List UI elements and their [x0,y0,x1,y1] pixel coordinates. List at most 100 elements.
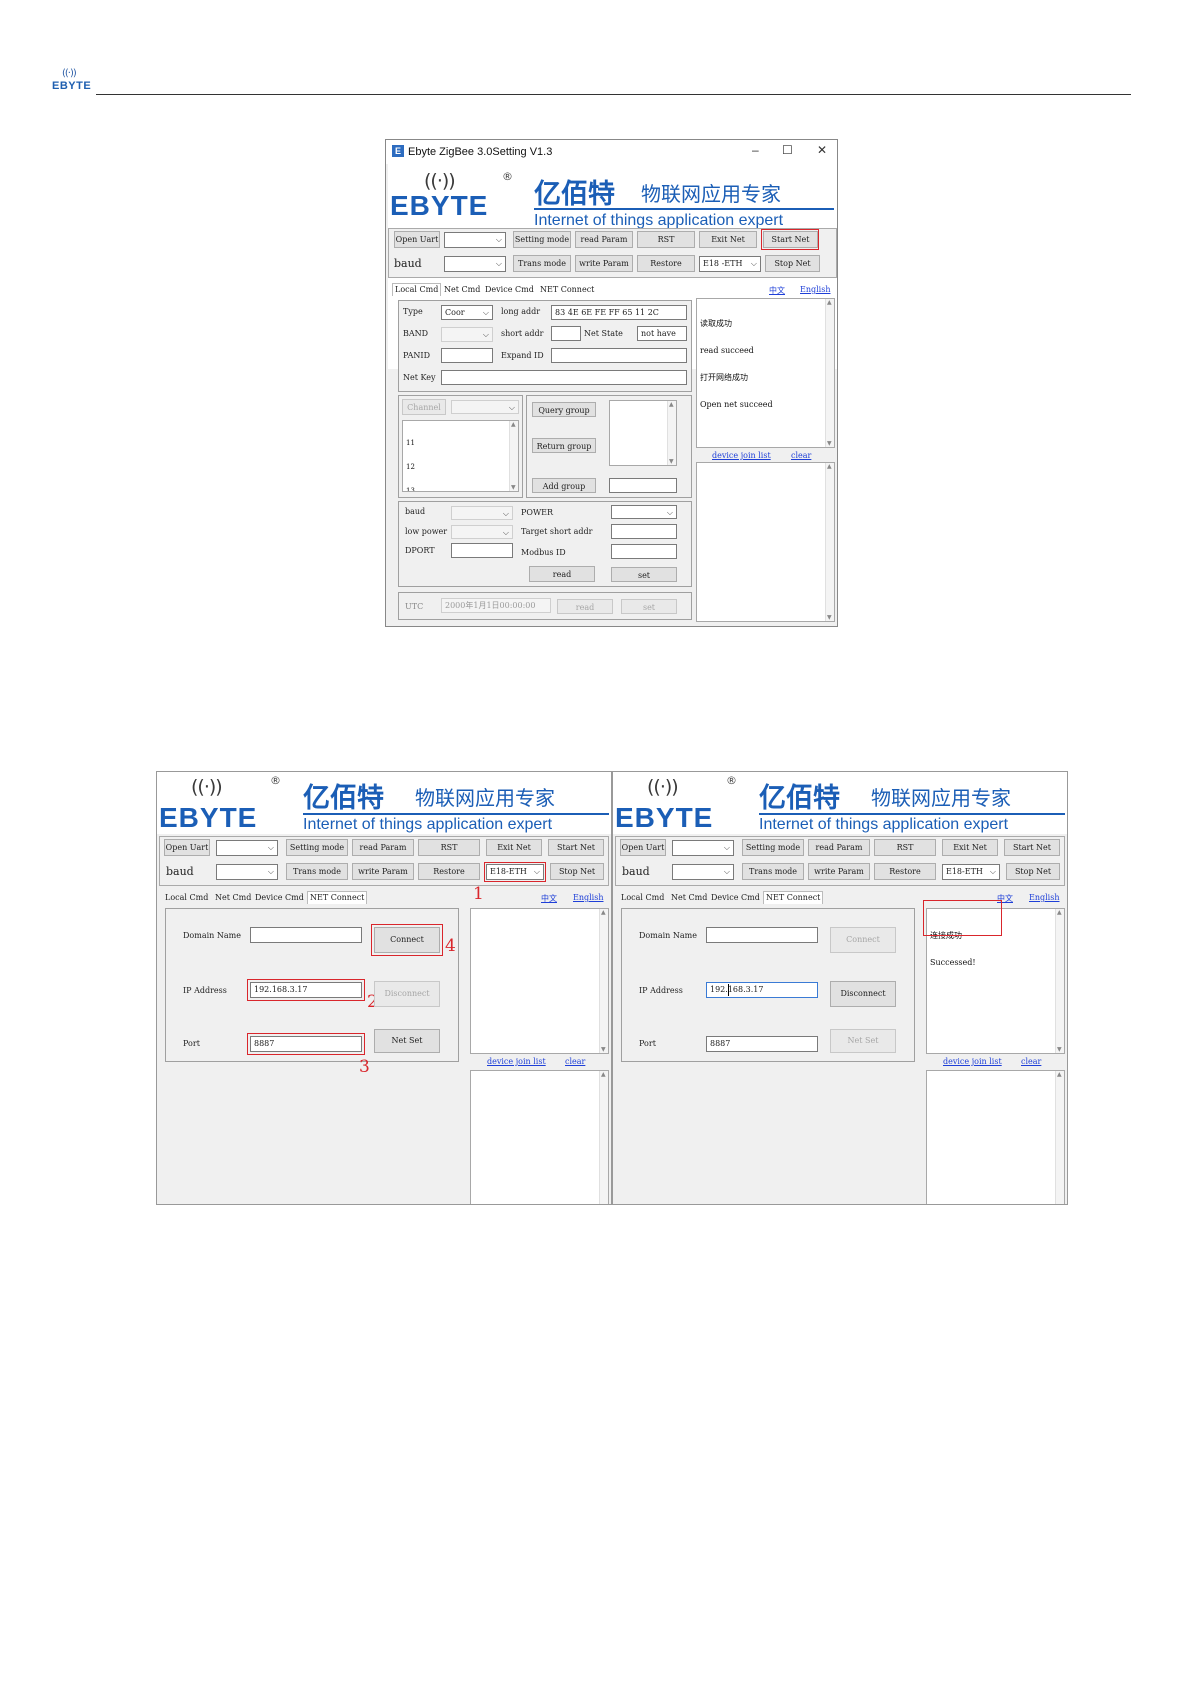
start-net-button[interactable]: Start Net [548,839,604,856]
tab-net-connect[interactable]: NET Connect [763,891,824,904]
setting-mode-button[interactable]: Setting mode [742,839,804,856]
add-group-button[interactable]: Add group [532,478,596,493]
module-select[interactable]: E18-ETH ⌵ [942,864,1000,880]
read-button[interactable]: read [529,566,595,582]
tab-net-cmd[interactable]: Net Cmd [213,892,253,904]
disconnect-button[interactable]: Disconnect [374,981,440,1007]
open-uart-button[interactable]: Open Uart [394,231,440,248]
connect-button[interactable]: Connect [830,927,896,953]
setting-mode-button[interactable]: Setting mode [513,231,571,248]
panid-field[interactable] [441,348,493,363]
tab-net-connect[interactable]: NET Connect [307,891,368,904]
scrollbar[interactable]: ▲ ▼ [825,299,834,447]
port-select[interactable]: ⌵ [216,840,278,856]
power-select[interactable]: ⌵ [611,505,677,519]
tab-net-connect[interactable]: NET Connect [538,284,596,296]
utc-read-button[interactable]: read [557,599,613,614]
trans-mode-button[interactable]: Trans mode [742,863,804,880]
low-power-select[interactable]: ⌵ [451,525,513,539]
baud-select[interactable]: ⌵ [216,864,278,880]
utc-field[interactable]: 2000年1月1日00:00:00 [441,598,551,613]
net-set-button[interactable]: Net Set [374,1029,440,1053]
expand-id-field[interactable] [551,348,687,363]
lang-en-link[interactable]: English [800,285,831,294]
trans-mode-button[interactable]: Trans mode [286,863,348,880]
read-param-button[interactable]: read Param [352,839,414,856]
tab-device-cmd[interactable]: Device Cmd [709,892,762,904]
stop-net-button[interactable]: Stop Net [765,255,820,272]
tab-device-cmd[interactable]: Device Cmd [253,892,306,904]
tab-device-cmd[interactable]: Device Cmd [483,284,536,296]
scroll-up-icon[interactable]: ▲ [827,299,832,306]
lang-en-link[interactable]: English [573,893,604,902]
port-select[interactable]: ⌵ [444,232,506,248]
scrollbar[interactable]: ▲ [599,1071,608,1204]
open-uart-button[interactable]: Open Uart [164,839,210,856]
scroll-down-icon[interactable]: ▼ [601,1046,606,1053]
stop-net-button[interactable]: Stop Net [1006,863,1060,880]
close-icon[interactable]: ✕ [817,143,827,157]
scroll-up-icon[interactable]: ▲ [1057,909,1062,916]
scroll-up-icon[interactable]: ▲ [827,463,832,470]
channel-select[interactable]: ⌵ [451,400,519,414]
setting-mode-button[interactable]: Setting mode [286,839,348,856]
query-group-button[interactable]: Query group [532,402,596,417]
long-addr-field[interactable]: 83 4E 6E FE FF 65 11 2C [551,305,687,320]
scroll-down-icon[interactable]: ▼ [827,614,832,621]
ip-address-field[interactable]: 192.168.3.17 [706,982,818,998]
port-select[interactable]: ⌵ [672,840,734,856]
restore-button[interactable]: Restore [418,863,480,880]
exit-net-button[interactable]: Exit Net [942,839,998,856]
baud-select[interactable]: ⌵ [444,256,506,272]
tab-net-cmd[interactable]: Net Cmd [669,892,709,904]
tab-net-cmd[interactable]: Net Cmd [442,284,482,296]
restore-button[interactable]: Restore [874,863,936,880]
lang-cn-link[interactable]: 中文 [769,285,785,296]
device-join-list-link[interactable]: device join list [712,451,771,460]
scroll-down-icon[interactable]: ▼ [511,484,516,491]
open-uart-button[interactable]: Open Uart [620,839,666,856]
scroll-down-icon[interactable]: ▼ [827,440,832,447]
lang-en-link[interactable]: English [1029,893,1060,902]
type-select[interactable]: Coor ⌵ [441,305,493,320]
maximize-icon[interactable]: ☐ [782,143,793,157]
scroll-down-icon[interactable]: ▼ [669,458,674,465]
device-baud-select[interactable]: ⌵ [451,506,513,520]
scroll-up-icon[interactable]: ▲ [601,1071,606,1078]
write-param-button[interactable]: write Param [352,863,414,880]
device-join-list-link[interactable]: device join list [943,1057,1002,1066]
modbus-id-field[interactable] [611,544,677,559]
utc-set-button[interactable]: set [621,599,677,614]
port-field[interactable]: 8887 [706,1036,818,1052]
minimize-icon[interactable]: – [752,143,759,157]
net-set-button[interactable]: Net Set [830,1029,896,1053]
scrollbar[interactable]: ▲ ▼ [667,401,676,465]
group-list[interactable]: ▲ ▼ [609,400,677,466]
rst-button[interactable]: RST [418,839,480,856]
scrollbar[interactable]: ▲ [1055,1071,1064,1204]
rst-button[interactable]: RST [874,839,936,856]
scroll-up-icon[interactable]: ▲ [601,909,606,916]
clear-link[interactable]: clear [791,451,811,460]
disconnect-button[interactable]: Disconnect [830,981,896,1007]
tab-local-cmd[interactable]: Local Cmd [163,892,210,904]
channel-list[interactable]: 11 12 13 14 15 16 17 18 ▲▼ [402,420,519,492]
channel-button[interactable]: Channel [402,399,446,415]
clear-link[interactable]: clear [1021,1057,1041,1066]
scrollbar[interactable]: ▲ ▼ [599,909,608,1053]
scrollbar[interactable]: ▲ ▼ [1055,909,1064,1053]
domain-name-field[interactable] [706,927,818,943]
group-id-field[interactable] [609,478,677,493]
read-param-button[interactable]: read Param [808,839,870,856]
dport-field[interactable] [451,543,513,558]
write-param-button[interactable]: write Param [575,255,633,272]
exit-net-button[interactable]: Exit Net [486,839,542,856]
stop-net-button[interactable]: Stop Net [550,863,604,880]
net-key-field[interactable] [441,370,687,385]
scroll-up-icon[interactable]: ▲ [511,421,516,428]
module-select[interactable]: E18 -ETH ⌵ [699,256,761,272]
list-item[interactable]: 11 [406,439,515,447]
clear-link[interactable]: clear [565,1057,585,1066]
start-net-button[interactable]: Start Net [1004,839,1060,856]
trans-mode-button[interactable]: Trans mode [513,255,571,272]
